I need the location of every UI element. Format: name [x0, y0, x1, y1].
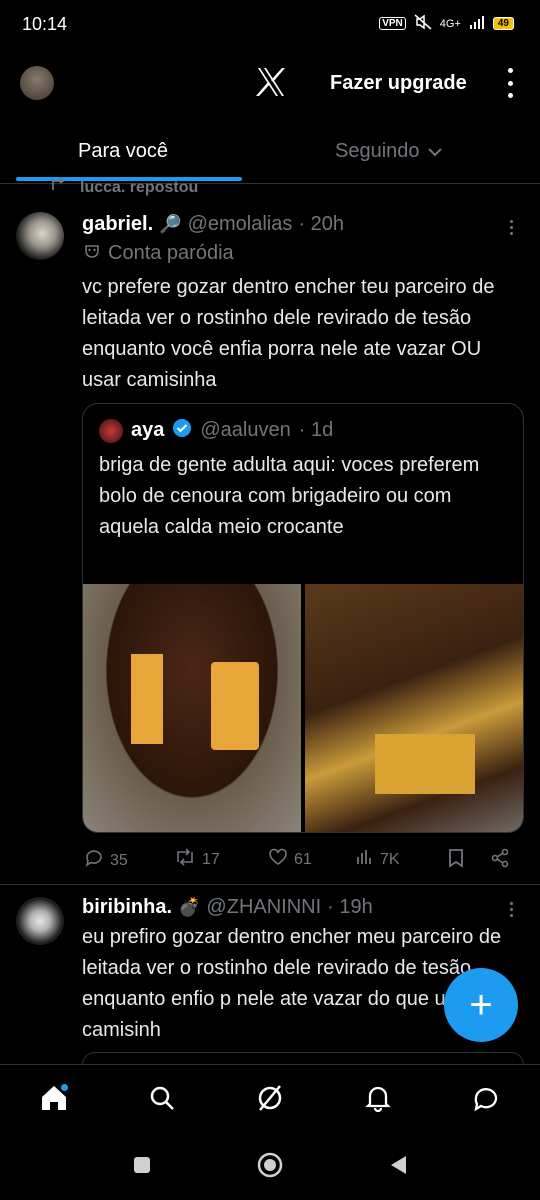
reply-button[interactable]: 35 [84, 848, 128, 873]
upgrade-button[interactable]: Fazer upgrade [330, 72, 467, 95]
tweet2-time: · 19h [327, 896, 373, 918]
search-icon [148, 1084, 176, 1117]
quote-time: · 1d [298, 419, 334, 441]
quote-author-avatar [99, 418, 123, 443]
like-button[interactable]: 61 [268, 848, 312, 871]
repost-action-icon [174, 848, 196, 871]
grok-icon [256, 1084, 284, 1117]
author-name[interactable]: gabriel. [82, 213, 153, 236]
tweet-time: · 20h [298, 213, 344, 235]
tweet-text: vc prefere gozar dentro encher teu parce… [82, 276, 495, 391]
quote-text: briga de gente adulta aqui: voces prefer… [99, 454, 480, 538]
quote-image-cake[interactable] [83, 584, 301, 832]
home-notification-dot [61, 1084, 68, 1091]
views-count: 7K [380, 850, 400, 868]
tweet2-author-avatar[interactable] [16, 897, 64, 945]
mask-icon [84, 243, 100, 264]
share-button[interactable] [490, 848, 510, 873]
repost-button[interactable]: 17 [174, 848, 220, 871]
verified-icon [172, 418, 192, 443]
tweet-header: gabriel. 🔎 @emolalias · 20h [82, 213, 344, 236]
mute-icon [414, 14, 432, 33]
nav-notifications[interactable] [358, 1080, 398, 1120]
quote-author-handle: @aaluven [200, 419, 291, 441]
network-label: 4G+ [439, 17, 461, 30]
bottom-nav [0, 1064, 540, 1135]
quote-image-brownies[interactable] [305, 584, 523, 832]
parody-label: Conta paródia [108, 242, 234, 264]
repost-icon [50, 178, 68, 197]
tweet2-text: eu prefiro gozar dentro encher meu parce… [82, 926, 502, 1041]
battery-icon: 49 [492, 17, 514, 30]
repost-count: 17 [202, 850, 220, 868]
status-time: 10:14 [22, 14, 68, 34]
nav-messages[interactable] [466, 1080, 506, 1120]
views-button[interactable]: 7K [356, 848, 400, 871]
tweet-more-icon[interactable] [510, 220, 513, 235]
recents-icon[interactable] [132, 1155, 152, 1180]
signal-icon [469, 15, 485, 32]
status-icons: VPN 4G+ 49 [379, 14, 514, 33]
more-options-icon[interactable] [505, 68, 515, 98]
bookmark-icon [448, 848, 464, 873]
share-icon [490, 848, 510, 873]
chat-icon [472, 1084, 500, 1117]
quote-header: aya @aaluven · 1d [99, 418, 333, 443]
nav-home[interactable] [34, 1080, 74, 1120]
bell-icon [364, 1084, 392, 1117]
repost-indicator: lucca. repostou [50, 178, 198, 197]
parody-indicator: Conta paródia [84, 242, 234, 265]
author-handle[interactable]: @emolalias [188, 213, 293, 236]
quoted-tweet[interactable]: aya @aaluven · 1d briga de gente adulta … [82, 403, 524, 833]
name-emoji: 🔎 [159, 214, 182, 234]
plus-icon: + [469, 983, 493, 1027]
nav-grok[interactable] [250, 1080, 290, 1120]
back-icon[interactable] [388, 1154, 408, 1181]
compose-button[interactable]: + [444, 968, 518, 1042]
profile-avatar[interactable] [20, 66, 54, 100]
tab-for-you[interactable]: Para você [78, 140, 168, 163]
system-nav [0, 1134, 540, 1200]
bookmark-button[interactable] [448, 848, 464, 873]
repost-label: lucca. repostou [80, 178, 199, 196]
tweet2-name-emoji: 💣 [178, 897, 201, 917]
tweet-author-avatar[interactable] [16, 212, 64, 260]
views-icon [356, 848, 374, 871]
nav-search[interactable] [142, 1080, 182, 1120]
quote-author-name: aya [131, 419, 165, 441]
tab-following-label: Seguindo [335, 140, 420, 162]
x-logo-icon [255, 66, 287, 98]
tweet2-more-icon[interactable] [510, 902, 513, 917]
tweet2-header: biribinha. 💣 @ZHANINNI · 19h [82, 896, 373, 919]
vpn-badge: VPN [379, 17, 406, 30]
home-button-icon[interactable] [256, 1151, 284, 1184]
tweet2-author-handle[interactable]: @ZHANINNI [206, 896, 321, 919]
heart-icon [268, 848, 288, 871]
tweet-divider [0, 884, 540, 885]
tab-following[interactable]: Seguindo [335, 140, 442, 163]
tweet2-author-name[interactable]: biribinha. [82, 896, 172, 919]
like-count: 61 [294, 850, 312, 868]
reply-icon [84, 848, 104, 873]
chevron-down-icon [427, 140, 442, 163]
reply-count: 35 [110, 851, 128, 869]
